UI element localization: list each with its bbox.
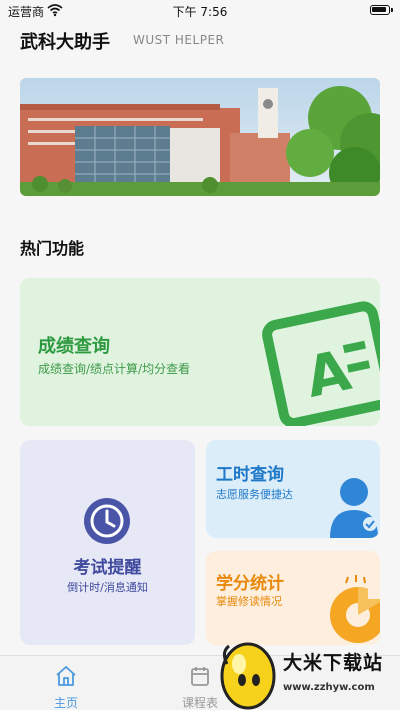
grades-card-subtitle: 成绩查询/绩点计算/均分查看 bbox=[38, 362, 191, 376]
app-title: 武科大助手 bbox=[20, 32, 110, 53]
grades-document-icon: A bbox=[262, 301, 380, 426]
credits-stats-card[interactable]: 学分统计 掌握修读情况 bbox=[206, 551, 380, 645]
tab-home-label: 主页 bbox=[53, 696, 78, 710]
status-time: 下午 7:56 bbox=[172, 5, 228, 19]
exam-card-title: 考试提醒 bbox=[73, 558, 142, 578]
section-title: 热门功能 bbox=[20, 239, 85, 258]
calendar-icon bbox=[191, 667, 209, 686]
campus-banner-image[interactable] bbox=[20, 78, 380, 196]
work-hours-card[interactable]: 工时查询 志愿服务便捷达 bbox=[206, 440, 380, 538]
site-watermark: 大米下载站 www.zzhyw.com bbox=[215, 632, 400, 710]
watermark-text: 大米下载站 bbox=[283, 652, 384, 674]
credits-card-title: 学分统计 bbox=[216, 574, 284, 594]
home-icon bbox=[56, 666, 76, 686]
egg-mascot-logo bbox=[220, 642, 276, 710]
watermark-url: www.zzhyw.com bbox=[283, 682, 375, 693]
tab-home[interactable]: 主页 bbox=[6, 656, 126, 710]
exam-card-subtitle: 倒计时/消息通知 bbox=[67, 581, 148, 594]
hours-card-title: 工时查询 bbox=[216, 465, 284, 485]
clock-icon bbox=[84, 498, 130, 544]
grades-query-card[interactable]: 成绩查询 成绩查询/绩点计算/均分查看 A bbox=[20, 278, 380, 426]
app-subtitle: WUST HELPER bbox=[133, 33, 225, 47]
user-icon bbox=[330, 478, 378, 538]
status-bar: 运营商 下午 7:56 bbox=[0, 0, 400, 22]
grades-card-title: 成绩查询 bbox=[38, 336, 110, 357]
exam-reminder-card[interactable]: 考试提醒 倒计时/消息通知 bbox=[20, 440, 195, 645]
credits-card-subtitle: 掌握修读情况 bbox=[216, 595, 282, 608]
hours-card-subtitle: 志愿服务便捷达 bbox=[216, 488, 293, 501]
battery-icon bbox=[370, 5, 393, 15]
